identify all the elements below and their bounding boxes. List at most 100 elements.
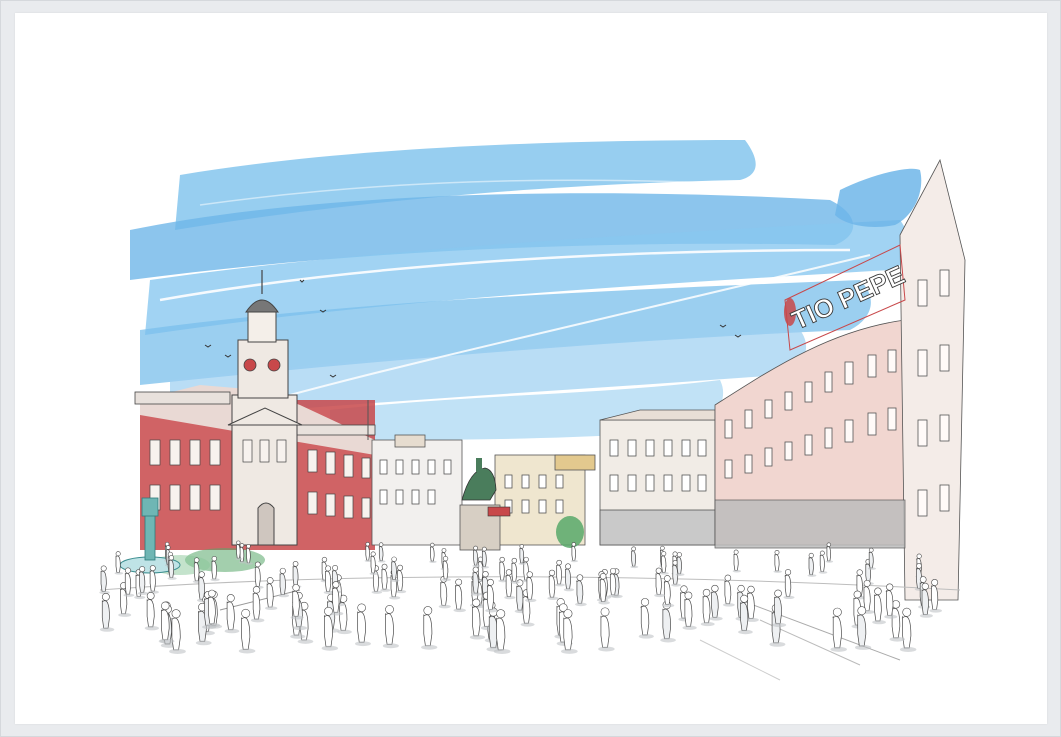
crowd-head xyxy=(660,545,665,551)
crowd-head xyxy=(482,546,487,552)
crowd-shadow xyxy=(709,616,723,621)
crowd-figure xyxy=(161,609,170,641)
crowd-head xyxy=(711,584,719,593)
crowd-head xyxy=(381,563,388,570)
crowd-figure xyxy=(292,566,299,586)
crowd-head xyxy=(563,609,573,619)
crowd-head xyxy=(441,548,447,553)
crowd-figure xyxy=(576,580,584,604)
crowd-head xyxy=(397,564,404,571)
crowd-shadow xyxy=(123,593,135,597)
crowd-head xyxy=(100,565,107,572)
crowd-figure xyxy=(832,616,842,649)
crowd-shadow xyxy=(884,614,898,619)
crowd-shadow xyxy=(378,560,386,563)
crowd-head xyxy=(226,594,235,603)
crowd-shadow xyxy=(520,622,535,627)
crowd-figure xyxy=(556,564,562,585)
crowd-head xyxy=(496,609,506,619)
crowd-head xyxy=(487,578,494,586)
crowd-shadow xyxy=(371,590,383,594)
crowd-head xyxy=(254,561,261,568)
crowd-shadow xyxy=(732,569,742,573)
crowd-shadow xyxy=(675,573,685,576)
crowd-figure xyxy=(724,580,732,605)
crowd-head xyxy=(165,545,171,550)
crowd-head xyxy=(519,544,525,549)
crowd-head xyxy=(921,582,929,590)
crowd-figure xyxy=(266,583,274,608)
crowd-head xyxy=(571,542,576,547)
crowd-shadow xyxy=(662,603,675,608)
crowd-shadow xyxy=(682,625,697,630)
crowd-figure xyxy=(171,617,181,651)
crowd-shadow xyxy=(671,583,682,587)
crowd-head xyxy=(472,598,481,607)
crowd-shadow xyxy=(504,595,516,600)
crowd-figure xyxy=(325,570,332,592)
crowd-head xyxy=(747,585,755,594)
crowd-head xyxy=(365,541,370,547)
crowd-head xyxy=(655,567,662,574)
crowd-shadow xyxy=(493,648,511,654)
crowd-shadow xyxy=(290,615,304,620)
crowd-head xyxy=(863,579,871,587)
crowd-head xyxy=(198,571,205,578)
crowd-head xyxy=(161,601,170,611)
crowd-head xyxy=(680,585,688,593)
crowd-head xyxy=(505,569,513,576)
crowd-head xyxy=(526,571,533,578)
crowd-head xyxy=(168,555,174,561)
crowd-head xyxy=(737,584,745,593)
crowd-figure xyxy=(370,555,376,574)
crowd-shadow xyxy=(297,639,314,644)
crowd-figure xyxy=(381,569,388,590)
crowd-figure xyxy=(472,606,481,637)
crowd-head xyxy=(423,606,433,615)
crowd-head xyxy=(661,551,667,557)
crowd-shadow xyxy=(485,608,498,613)
crowd-head xyxy=(385,605,394,614)
crowd-shadow xyxy=(137,591,149,595)
crowd-head xyxy=(473,545,478,551)
crowd-head xyxy=(208,589,216,598)
crowd-figure xyxy=(324,615,333,648)
crowd-figure xyxy=(733,553,739,571)
crowd-shadow xyxy=(99,627,115,632)
crowd-head xyxy=(724,574,732,582)
crowd-figure xyxy=(662,608,672,640)
crowd-shadow xyxy=(563,588,575,592)
crowd-figure xyxy=(565,568,571,590)
crowd-head xyxy=(455,578,463,586)
crowd-figure xyxy=(168,559,175,579)
crowd-figure xyxy=(661,555,667,573)
crowd-figure xyxy=(863,586,871,612)
crowd-shadow xyxy=(630,565,639,569)
crowd-head xyxy=(819,550,825,556)
crowd-head xyxy=(523,556,529,563)
crowd-figure xyxy=(241,617,251,650)
crowd-shadow xyxy=(369,572,379,576)
crowd-head xyxy=(856,569,863,576)
crowd-shadow xyxy=(769,641,786,647)
crowd-head xyxy=(149,565,156,572)
crowd-figure xyxy=(819,554,825,573)
crowd-figure xyxy=(198,577,205,600)
crowd-figure xyxy=(477,561,484,581)
crowd-shadow xyxy=(469,634,486,640)
crowd-shadow xyxy=(818,571,828,574)
crowd-figure xyxy=(208,596,216,625)
crowd-figure xyxy=(711,591,719,618)
crowd-figure xyxy=(505,574,513,597)
crowd-figure xyxy=(115,555,121,573)
crowd-shadow xyxy=(134,595,146,600)
crowd-shadow xyxy=(525,598,537,603)
crowd-shadow xyxy=(118,613,132,617)
crowd-shadow xyxy=(480,566,490,569)
crowd-figure xyxy=(226,601,235,631)
crowd-head xyxy=(430,542,435,548)
crowd-head xyxy=(874,587,882,596)
crowd-figure xyxy=(279,573,286,595)
crowd-head xyxy=(857,606,867,616)
crowd-figure xyxy=(252,593,261,620)
